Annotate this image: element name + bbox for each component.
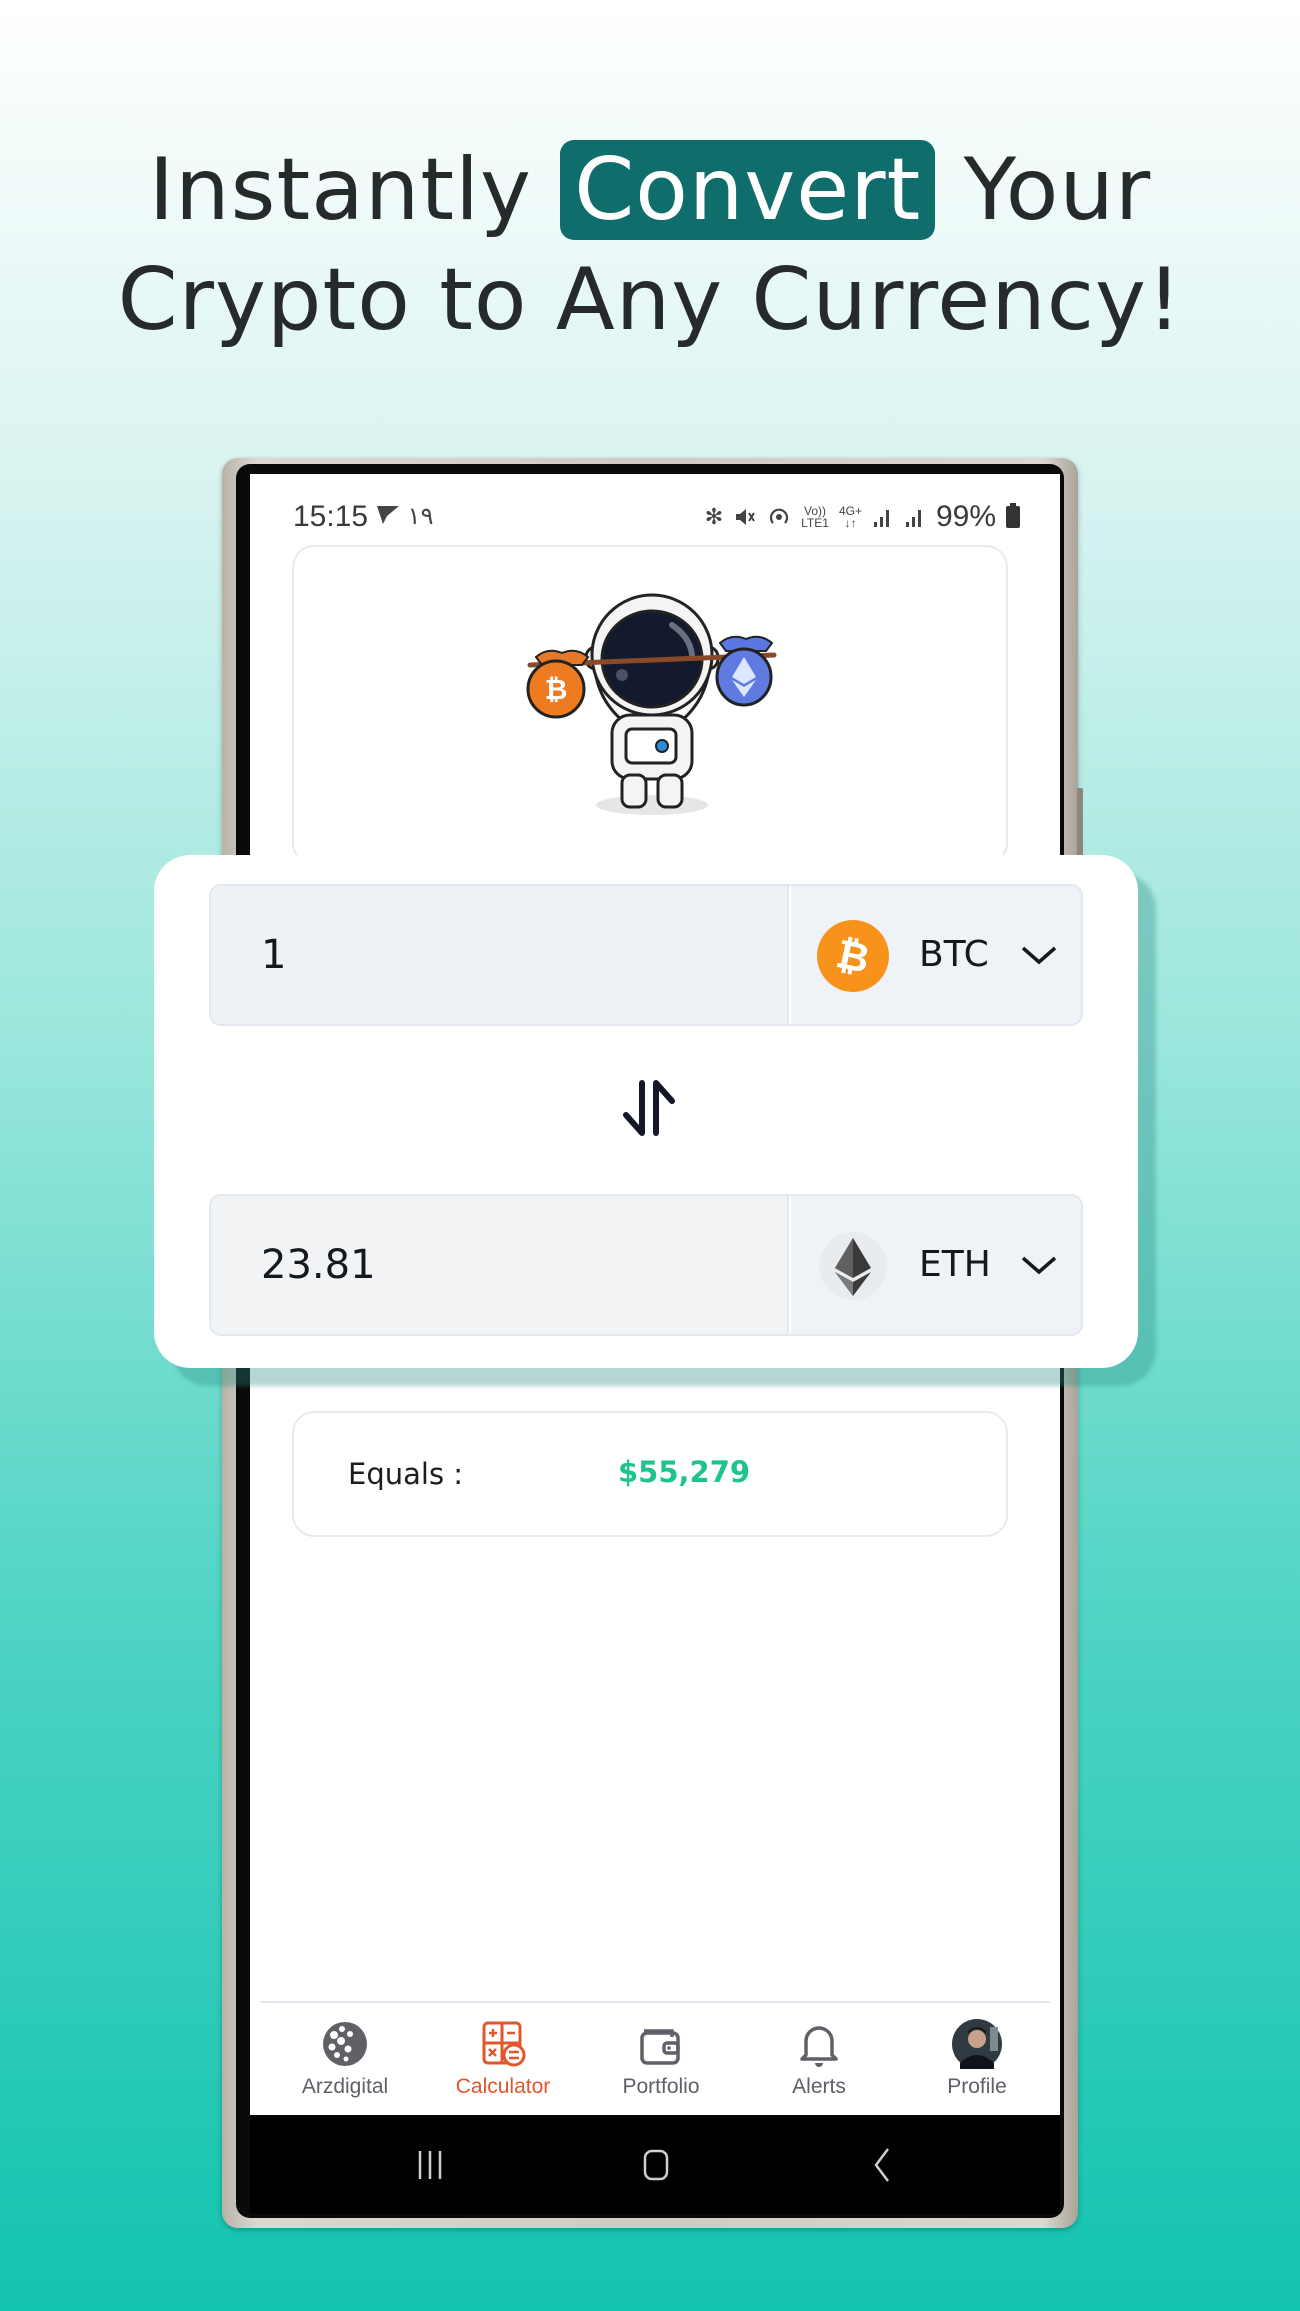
bitcoin-icon: ₿ [817,920,889,992]
to-amount-input[interactable]: 23.81 [211,1196,789,1334]
to-currency-symbol: ETH [919,1244,991,1285]
illustration-card: ₿ [292,545,1008,865]
headline-line-1: Instantly Convert Your [0,135,1300,245]
tab-label: Alerts [792,2075,846,2098]
chevron-down-icon [1021,946,1057,965]
battery-icon [1006,503,1020,528]
signal-icon [873,510,889,527]
status-extra: ۱۹ [407,503,434,530]
battery-percent: 99% [935,500,996,533]
from-currency-symbol: BTC [919,934,989,975]
to-currency-select[interactable]: ETH [791,1196,1081,1334]
recents-icon[interactable] [400,2145,460,2185]
headline-text: Instantly [148,140,561,240]
to-currency-row: 23.81 ETH [209,1194,1083,1336]
astronaut-illustration: ₿ [526,593,777,815]
signal-icon-2 [905,510,921,527]
headline-line-2: Crypto to Any Currency! [117,250,1183,350]
tab-label: Profile [947,2075,1007,2098]
wallet-icon [640,2029,680,2065]
back-icon[interactable] [852,2145,912,2185]
mute-icon [736,509,755,525]
network-type: 4G+ ↓↑ [838,504,862,530]
result-label: Equals : [348,1457,464,1491]
status-bar: 15:15 ۱۹ ✻ Vo)) LTE1 4G+ ↓↑ 99% [250,500,1060,544]
headline-text: Your [935,140,1152,240]
calculator-icon [482,2021,526,2067]
converter-card: 1 ₿ BTC 23.81 ETH [154,855,1138,1368]
bluetooth-icon: ✻ [704,504,724,529]
tab-portfolio[interactable]: Portfolio [582,2003,740,2116]
from-currency-select[interactable]: ₿ BTC [791,886,1081,1024]
telegram-icon [377,506,399,524]
volte-indicator: Vo)) LTE1 [801,504,829,530]
status-notification-text: ۱۹ [375,502,433,531]
swap-vertical-icon[interactable] [616,1075,682,1141]
ethereum-icon [819,1232,887,1300]
tab-label: Portfolio [622,2075,700,2098]
status-icons: ✻ Vo)) LTE1 4G+ ↓↑ 99% [705,500,1020,534]
bell-icon [800,2026,838,2067]
status-time: 15:15 [293,500,369,533]
headline: Instantly Convert Your Crypto to Any Cur… [0,135,1300,355]
tab-label: Calculator [455,2075,551,2098]
tab-label: Arzdigital [301,2075,389,2098]
headline-highlight: Convert [560,140,936,240]
tab-arzdigital[interactable]: Arzdigital [266,2003,424,2116]
chevron-down-icon [1021,1256,1057,1275]
tab-calculator[interactable]: Calculator [424,2003,582,2116]
result-value: $55,279 [618,1455,751,1489]
home-icon[interactable] [626,2145,686,2185]
bottom-tab-bar: Arzdigital Calculator Portfolio Alerts P… [260,2001,1050,2114]
tab-profile[interactable]: Profile [898,2003,1056,2116]
system-nav-bar [250,2115,1060,2214]
arzdigital-logo-icon [323,2022,367,2066]
result-card: Equals : $55,279 [292,1411,1008,1537]
svg-text:₿: ₿ [545,673,568,706]
tab-alerts[interactable]: Alerts [740,2003,898,2116]
avatar [952,2019,1002,2069]
from-currency-row: 1 ₿ BTC [209,884,1083,1026]
hotspot-icon [770,508,789,524]
from-amount-input[interactable]: 1 [211,886,789,1024]
